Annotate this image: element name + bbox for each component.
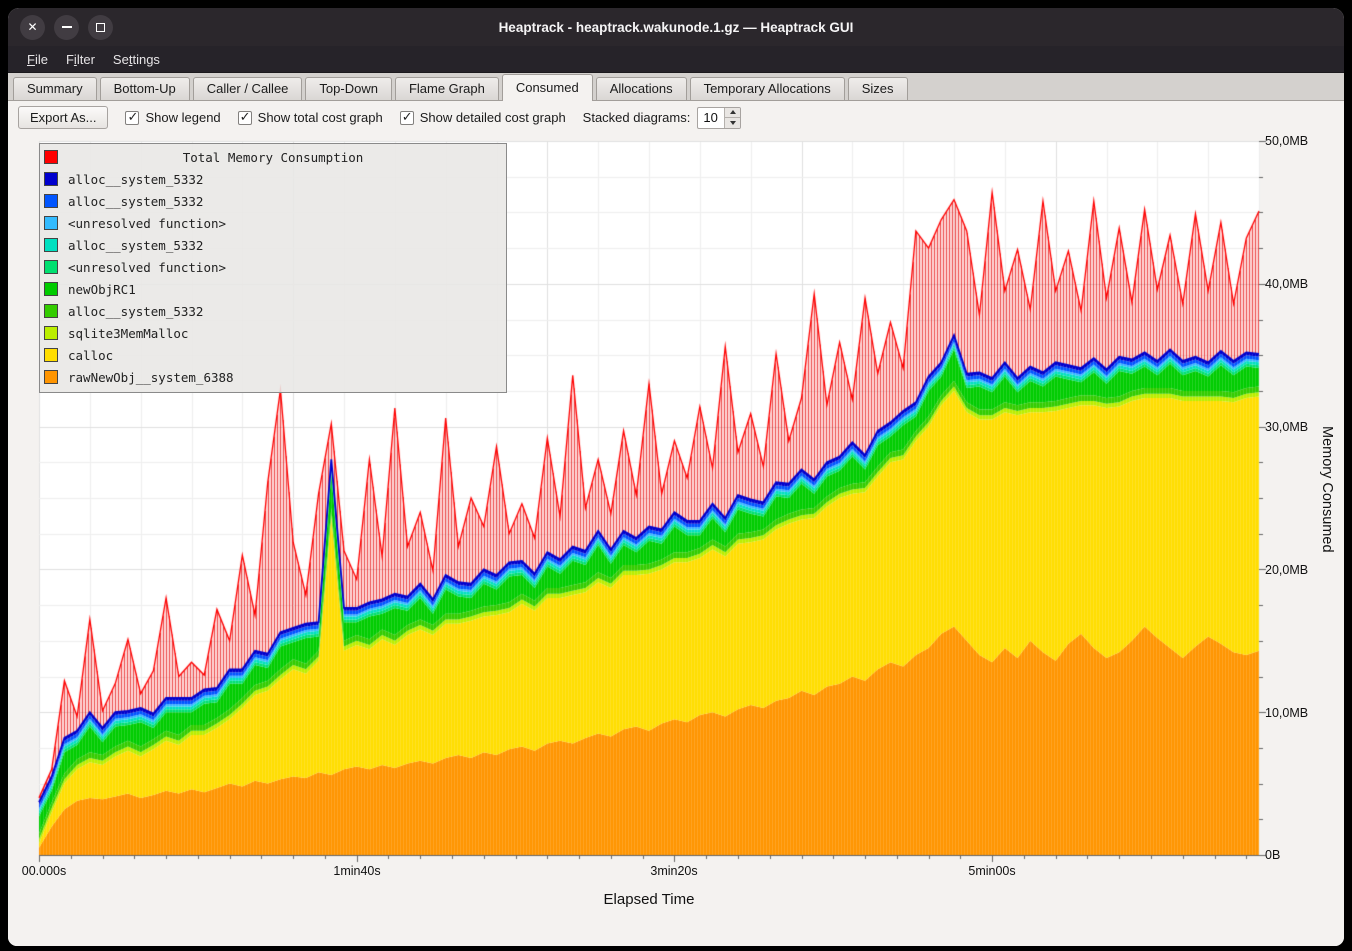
y-tick-label: 10,0MB (1265, 705, 1308, 721)
chart-content: 50,0MB 40,0MB 30,0MB 20,0MB 10,0MB 0B 00… (8, 134, 1344, 946)
legend-item: alloc__system_5332 (40, 300, 506, 322)
legend-color-swatch (44, 238, 58, 252)
window-title: Heaptrack - heaptrack.wakunode.1.gz — He… (8, 20, 1344, 35)
legend-color-swatch (44, 348, 58, 362)
close-button[interactable]: ✕ (20, 15, 45, 40)
spin-down-button[interactable] (725, 117, 740, 128)
legend-item: newObjRC1 (40, 278, 506, 300)
heaptrack-window: ✕ Heaptrack - heaptrack.wakunode.1.gz — … (8, 8, 1344, 946)
legend-color-swatch (44, 194, 58, 208)
tab-allocations[interactable]: Allocations (596, 77, 687, 100)
toolbar: Export As... Show legend Show total cost… (8, 101, 1344, 134)
legend-title: Total Memory Consumption (58, 150, 488, 165)
window-controls: ✕ (20, 8, 113, 46)
y-tick-label: 40,0MB (1265, 276, 1308, 292)
legend-color-swatch (44, 304, 58, 318)
legend-item: sqlite3MemMalloc (40, 322, 506, 344)
legend-item: <unresolved function> (40, 256, 506, 278)
tab-temporary-allocations[interactable]: Temporary Allocations (690, 77, 845, 100)
tab-caller-callee[interactable]: Caller / Callee (193, 77, 303, 100)
legend-label: calloc (68, 348, 113, 363)
legend-label: alloc__system_5332 (68, 194, 203, 209)
tab-summary[interactable]: Summary (13, 77, 97, 100)
x-tick-label: 1min40s (333, 864, 380, 878)
spin-up-button[interactable] (725, 108, 740, 118)
tab-flame-graph[interactable]: Flame Graph (395, 77, 499, 100)
export-as-button[interactable]: Export As... (18, 106, 108, 129)
show-legend-checkbox[interactable] (125, 111, 139, 125)
legend-title-row: Total Memory Consumption (40, 146, 506, 168)
show-detailed-cost-label: Show detailed cost graph (420, 110, 566, 125)
x-tick-label: 00.000s (22, 864, 66, 878)
maximize-icon (96, 23, 105, 32)
legend-label: <unresolved function> (68, 260, 226, 275)
show-total-cost-checkbox[interactable] (238, 111, 252, 125)
titlebar: ✕ Heaptrack - heaptrack.wakunode.1.gz — … (8, 8, 1344, 46)
show-detailed-cost-checkbox[interactable] (400, 111, 414, 125)
legend-item: calloc (40, 344, 506, 366)
legend-label: alloc__system_5332 (68, 172, 203, 187)
legend-label: alloc__system_5332 (68, 238, 203, 253)
stacked-diagrams-group: Stacked diagrams: 10 (583, 107, 742, 129)
legend-color-swatch (44, 326, 58, 340)
chevron-up-icon (730, 110, 736, 114)
maximize-button[interactable] (88, 15, 113, 40)
legend-color-swatch (44, 216, 58, 230)
y-tick-label: 0B (1265, 847, 1280, 863)
legend-color-swatch (44, 150, 58, 164)
stacked-diagrams-spinbox[interactable]: 10 (697, 107, 741, 129)
x-tick-label: 5min00s (968, 864, 1015, 878)
show-detailed-cost-option: Show detailed cost graph (400, 110, 566, 125)
legend-item: <unresolved function> (40, 212, 506, 234)
stacked-diagrams-label: Stacked diagrams: (583, 110, 691, 125)
tab-bottom-up[interactable]: Bottom-Up (100, 77, 190, 100)
menu-settings[interactable]: Settings (104, 49, 169, 70)
legend-item: alloc__system_5332 (40, 234, 506, 256)
legend-item: alloc__system_5332 (40, 168, 506, 190)
legend-label: newObjRC1 (68, 282, 136, 297)
legend-label: sqlite3MemMalloc (68, 326, 188, 341)
minimize-button[interactable] (54, 15, 79, 40)
show-total-cost-label: Show total cost graph (258, 110, 383, 125)
legend-color-swatch (44, 172, 58, 186)
legend-color-swatch (44, 370, 58, 384)
y-tick-label: 20,0MB (1265, 562, 1308, 578)
y-tick-label: 50,0MB (1265, 133, 1308, 149)
tab-consumed[interactable]: Consumed (502, 74, 593, 101)
tab-sizes[interactable]: Sizes (848, 77, 908, 100)
stacked-diagrams-value[interactable]: 10 (698, 108, 724, 128)
legend-color-swatch (44, 260, 58, 274)
close-icon: ✕ (27, 20, 37, 34)
menubar: File Filter Settings (8, 46, 1344, 73)
show-legend-option: Show legend (125, 110, 220, 125)
legend-color-swatch (44, 282, 58, 296)
legend-label: alloc__system_5332 (68, 304, 203, 319)
menu-file[interactable]: File (18, 49, 57, 70)
minimize-icon (62, 26, 72, 28)
x-axis-title: Elapsed Time (604, 891, 695, 908)
show-total-cost-option: Show total cost graph (238, 110, 383, 125)
legend-item: rawNewObj__system_6388 (40, 366, 506, 388)
x-tick-label: 3min20s (650, 864, 697, 878)
legend-label: <unresolved function> (68, 216, 226, 231)
chart-legend: Total Memory Consumption alloc__system_5… (39, 143, 507, 393)
menu-filter[interactable]: Filter (57, 49, 104, 70)
y-axis-title: Memory Consumed (1319, 426, 1335, 553)
y-tick-label: 30,0MB (1265, 419, 1308, 435)
tab-bar: Summary Bottom-Up Caller / Callee Top-Do… (8, 73, 1344, 101)
show-legend-label: Show legend (145, 110, 220, 125)
legend-item: alloc__system_5332 (40, 190, 506, 212)
legend-label: rawNewObj__system_6388 (68, 370, 234, 385)
chevron-down-icon (730, 121, 736, 125)
tab-top-down[interactable]: Top-Down (305, 77, 392, 100)
